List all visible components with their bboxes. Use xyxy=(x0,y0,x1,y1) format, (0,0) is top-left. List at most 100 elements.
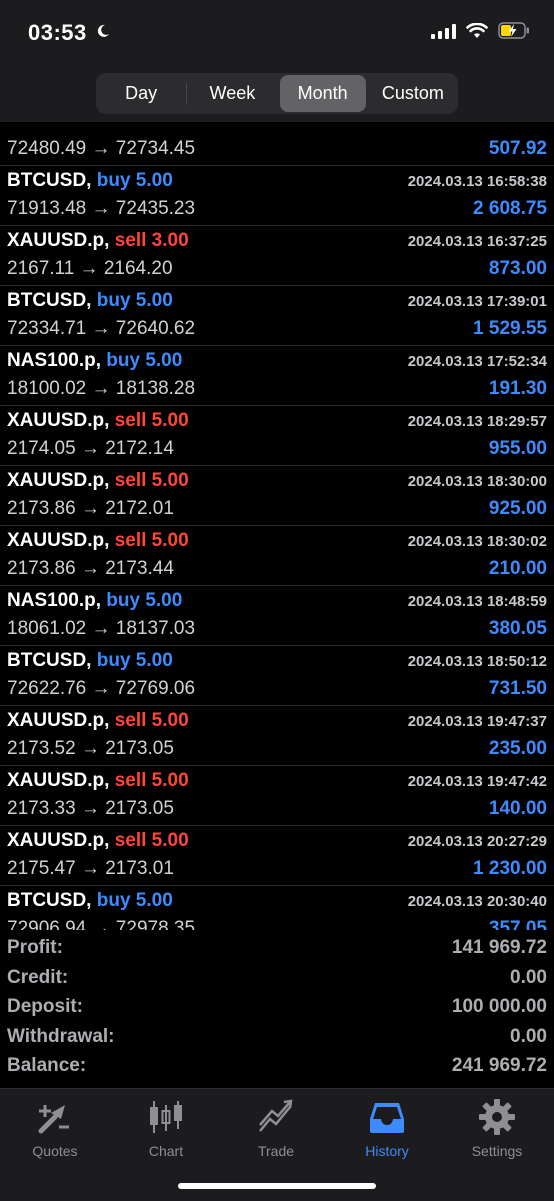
trade-side-volume: buy 5.00 xyxy=(106,590,183,611)
trade-profit: 1 529.55 xyxy=(473,318,547,339)
trade-time: 2024.03.13 19:47:37 xyxy=(407,713,547,730)
period-week[interactable]: Week xyxy=(189,75,275,112)
trade-title: XAUUSD.p, sell 5.00 xyxy=(7,470,189,492)
summary-row: Profit: 141 969.72 xyxy=(0,935,554,965)
trade-time: 2024.03.13 20:27:29 xyxy=(407,833,547,850)
trade-profit: 925.00 xyxy=(488,498,547,519)
summary-row: Credit: 0.00 xyxy=(0,965,554,995)
trade-time: 2024.03.13 19:47:42 xyxy=(407,773,547,790)
period-custom[interactable]: Custom xyxy=(370,75,456,112)
trade-profit: 210.00 xyxy=(488,558,547,579)
trade-symbol: XAUUSD.p, xyxy=(7,410,110,431)
trade-title: XAUUSD.p, sell 5.00 xyxy=(7,410,189,432)
summary-value: 0.00 xyxy=(510,1025,547,1047)
trade-profit: 731.50 xyxy=(488,678,547,699)
summary-row: Balance: 241 969.72 xyxy=(0,1053,554,1083)
trade-symbol: XAUUSD.p, xyxy=(7,530,110,551)
summary-value: 0.00 xyxy=(510,966,547,988)
trade-row[interactable]: XAUUSD.p, sell 5.00 2024.03.13 18:30:00 21… xyxy=(0,466,554,526)
trade-prices: 2174.05 → 2172.14 xyxy=(7,438,174,459)
trade-profit: 380.05 xyxy=(488,618,547,639)
trade-profit: 140.00 xyxy=(488,798,547,819)
trade-row[interactable]: XAUUSD.p, sell 5.00 2024.03.13 19:47:42 21… xyxy=(0,766,554,826)
trade-profit: 191.30 xyxy=(488,378,547,399)
status-time: 03:53 xyxy=(28,20,87,45)
trade-symbol: NAS100.p, xyxy=(7,590,101,611)
trade-side-volume: sell 5.00 xyxy=(114,830,189,851)
trade-side-volume: sell 5.00 xyxy=(114,770,189,791)
trade-row-partial[interactable]: 72480.49 → 72734.45 507.92 xyxy=(0,122,554,166)
trade-row[interactable]: NAS100.p, buy 5.00 2024.03.13 18:48:59 180… xyxy=(0,586,554,646)
trade-symbol: XAUUSD.p, xyxy=(7,830,110,851)
summary-value: 141 969.72 xyxy=(451,937,547,958)
trade-row[interactable]: NAS100.p, buy 5.00 2024.03.13 17:52:34 181… xyxy=(0,346,554,406)
trade-row[interactable]: XAUUSD.p, sell 5.00 2024.03.13 18:29:57 21… xyxy=(0,406,554,466)
trade-side-volume: sell 5.00 xyxy=(114,530,189,551)
tab-settings[interactable]: Settings xyxy=(452,1097,542,1159)
trade-symbol: XAUUSD.p, xyxy=(7,770,110,791)
trade-profit: 2 608.75 xyxy=(473,198,547,219)
summary-row: Deposit: 100 000.00 xyxy=(0,994,554,1024)
tab-label: Settings xyxy=(471,1143,523,1159)
trade-history-list[interactable]: 72480.49 → 72734.45 507.92 BTCUSD, buy 5… xyxy=(0,122,554,930)
cellular-signal-icon xyxy=(431,23,456,39)
trade-prices: 72906.94 → 72978.35 xyxy=(7,918,196,930)
summary-label: Profit: xyxy=(7,937,63,958)
tab-label: Quotes xyxy=(32,1143,78,1159)
trade-symbol: BTCUSD, xyxy=(7,650,92,671)
history-icon xyxy=(370,1103,404,1133)
trade-side-volume: sell 5.00 xyxy=(114,410,189,431)
tab-quotes[interactable]: Quotes xyxy=(10,1097,100,1159)
trade-time: 2024.03.13 18:48:59 xyxy=(407,593,547,610)
trade-title: BTCUSD, buy 5.00 xyxy=(7,290,173,312)
trade-symbol: BTCUSD, xyxy=(7,170,92,191)
trade-prices: 18061.02 → 18137.03 xyxy=(7,618,196,639)
trade-prices: 2175.47 → 2173.01 xyxy=(7,858,174,879)
trade-symbol: BTCUSD, xyxy=(7,890,92,911)
trade-time: 2024.03.13 18:30:02 xyxy=(407,533,547,550)
segment-divider xyxy=(186,82,188,105)
trade-icon xyxy=(259,1099,293,1132)
trade-prices: 2173.86 → 2172.01 xyxy=(7,498,174,519)
battery-charging-icon xyxy=(498,22,529,39)
trade-title: BTCUSD, buy 5.00 xyxy=(7,170,173,192)
tab-chart[interactable]: Chart xyxy=(121,1097,211,1159)
trade-row[interactable]: BTCUSD, buy 5.00 2024.03.13 16:58:38 71913… xyxy=(0,166,554,226)
tab-label: Trade xyxy=(257,1143,295,1159)
trade-title: XAUUSD.p, sell 5.00 xyxy=(7,770,189,792)
trade-title: XAUUSD.p, sell 5.00 xyxy=(7,530,189,552)
period-day[interactable]: Day xyxy=(98,75,184,112)
status-indicators xyxy=(431,22,530,39)
trade-profit: 955.00 xyxy=(488,438,547,459)
trade-prices: 72480.49 → 72734.45 xyxy=(7,138,196,159)
trade-row[interactable]: XAUUSD.p, sell 5.00 2024.03.13 19:47:37 21… xyxy=(0,706,554,766)
trade-prices: 2173.52 → 2173.05 xyxy=(7,738,174,759)
trade-row[interactable]: XAUUSD.p, sell 5.00 2024.03.13 20:27:29 21… xyxy=(0,826,554,886)
trade-title: NAS100.p, buy 5.00 xyxy=(7,350,182,372)
summary-label: Balance: xyxy=(7,1055,87,1076)
trade-row[interactable]: BTCUSD, buy 5.00 2024.03.13 17:39:01 72334… xyxy=(0,286,554,346)
tab-trade[interactable]: Trade xyxy=(231,1097,321,1159)
tab-history[interactable]: History xyxy=(342,1097,432,1159)
history-header: Day Week Month Custom xyxy=(0,66,554,122)
trade-side-volume: buy 5.00 xyxy=(106,350,183,371)
trade-row[interactable]: BTCUSD, buy 5.00 2024.03.13 18:50:12 72622… xyxy=(0,646,554,706)
trade-prices: 2173.86 → 2173.44 xyxy=(7,558,174,579)
trade-symbol: BTCUSD, xyxy=(7,290,92,311)
trade-row[interactable]: BTCUSD, buy 5.00 2024.03.13 20:30:40 72906… xyxy=(0,886,554,930)
trade-row[interactable]: XAUUSD.p, sell 5.00 2024.03.13 18:30:02 21… xyxy=(0,526,554,586)
trade-time: 2024.03.13 18:50:12 xyxy=(407,653,547,670)
trade-time: 2024.03.13 20:30:40 xyxy=(407,893,547,910)
trade-time: 2024.03.13 18:29:57 xyxy=(407,413,547,430)
account-summary: Profit: 141 969.72 Credit: 0.00 Deposit: 100 … xyxy=(0,935,554,1083)
summary-label: Credit: xyxy=(7,966,69,988)
trade-row[interactable]: XAUUSD.p, sell 3.00 2024.03.13 16:37:25 21… xyxy=(0,226,554,286)
trade-time: 2024.03.13 18:30:00 xyxy=(407,473,547,490)
trade-profit: 507.92 xyxy=(488,138,547,159)
trade-title: BTCUSD, buy 5.00 xyxy=(7,650,173,672)
trade-title: NAS100.p, buy 5.00 xyxy=(7,590,182,612)
settings-icon xyxy=(479,1099,515,1135)
period-month[interactable]: Month xyxy=(279,75,366,112)
trade-side-volume: sell 5.00 xyxy=(114,710,189,731)
trade-profit: 235.00 xyxy=(488,738,547,759)
